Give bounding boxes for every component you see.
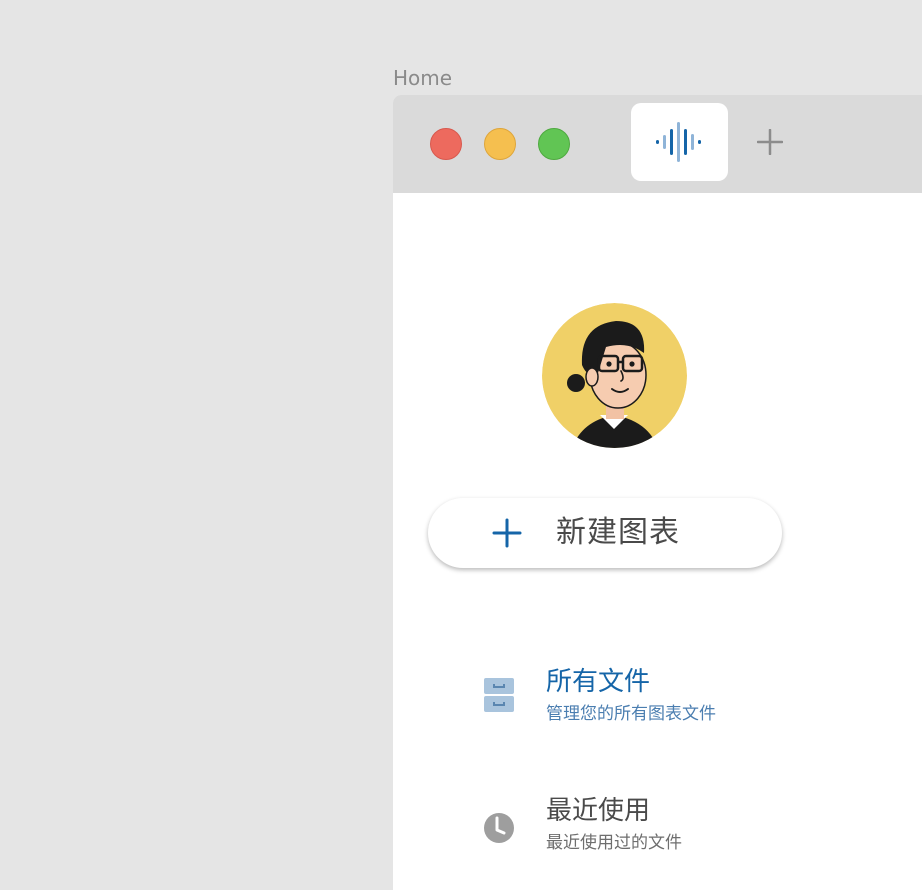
title-bar xyxy=(393,95,922,193)
close-dot-icon[interactable] xyxy=(430,128,462,160)
nav-item-subtitle: 最近使用过的文件 xyxy=(546,833,682,853)
file-cabinet-icon xyxy=(484,678,514,712)
new-tab-button[interactable] xyxy=(753,125,787,159)
nav-item-recent[interactable]: 最近使用 最近使用过的文件 xyxy=(478,793,898,863)
user-avatar-illustration xyxy=(542,303,687,448)
clock-icon xyxy=(484,813,514,843)
new-chart-label: 新建图表 xyxy=(556,515,680,550)
zoom-dot-icon[interactable] xyxy=(538,128,570,160)
nav-item-title: 最近使用 xyxy=(546,796,651,826)
app-window: 新建图表 所有文件 管理您的所有图表文件 最近使用 最近使用过的文件 xyxy=(393,95,922,890)
new-chart-button[interactable]: 新建图表 xyxy=(428,498,782,568)
tab-home[interactable] xyxy=(631,103,728,181)
avatar[interactable] xyxy=(542,303,687,448)
plus-icon xyxy=(757,129,783,155)
nav-item-subtitle: 管理您的所有图表文件 xyxy=(546,704,716,724)
page-label: Home xyxy=(393,66,453,90)
audio-waveform-icon xyxy=(655,122,701,162)
nav-item-all-files[interactable]: 所有文件 管理您的所有图表文件 xyxy=(478,664,898,734)
plus-icon xyxy=(492,518,522,548)
minimize-dot-icon[interactable] xyxy=(484,128,516,160)
nav-item-title: 所有文件 xyxy=(546,667,651,697)
